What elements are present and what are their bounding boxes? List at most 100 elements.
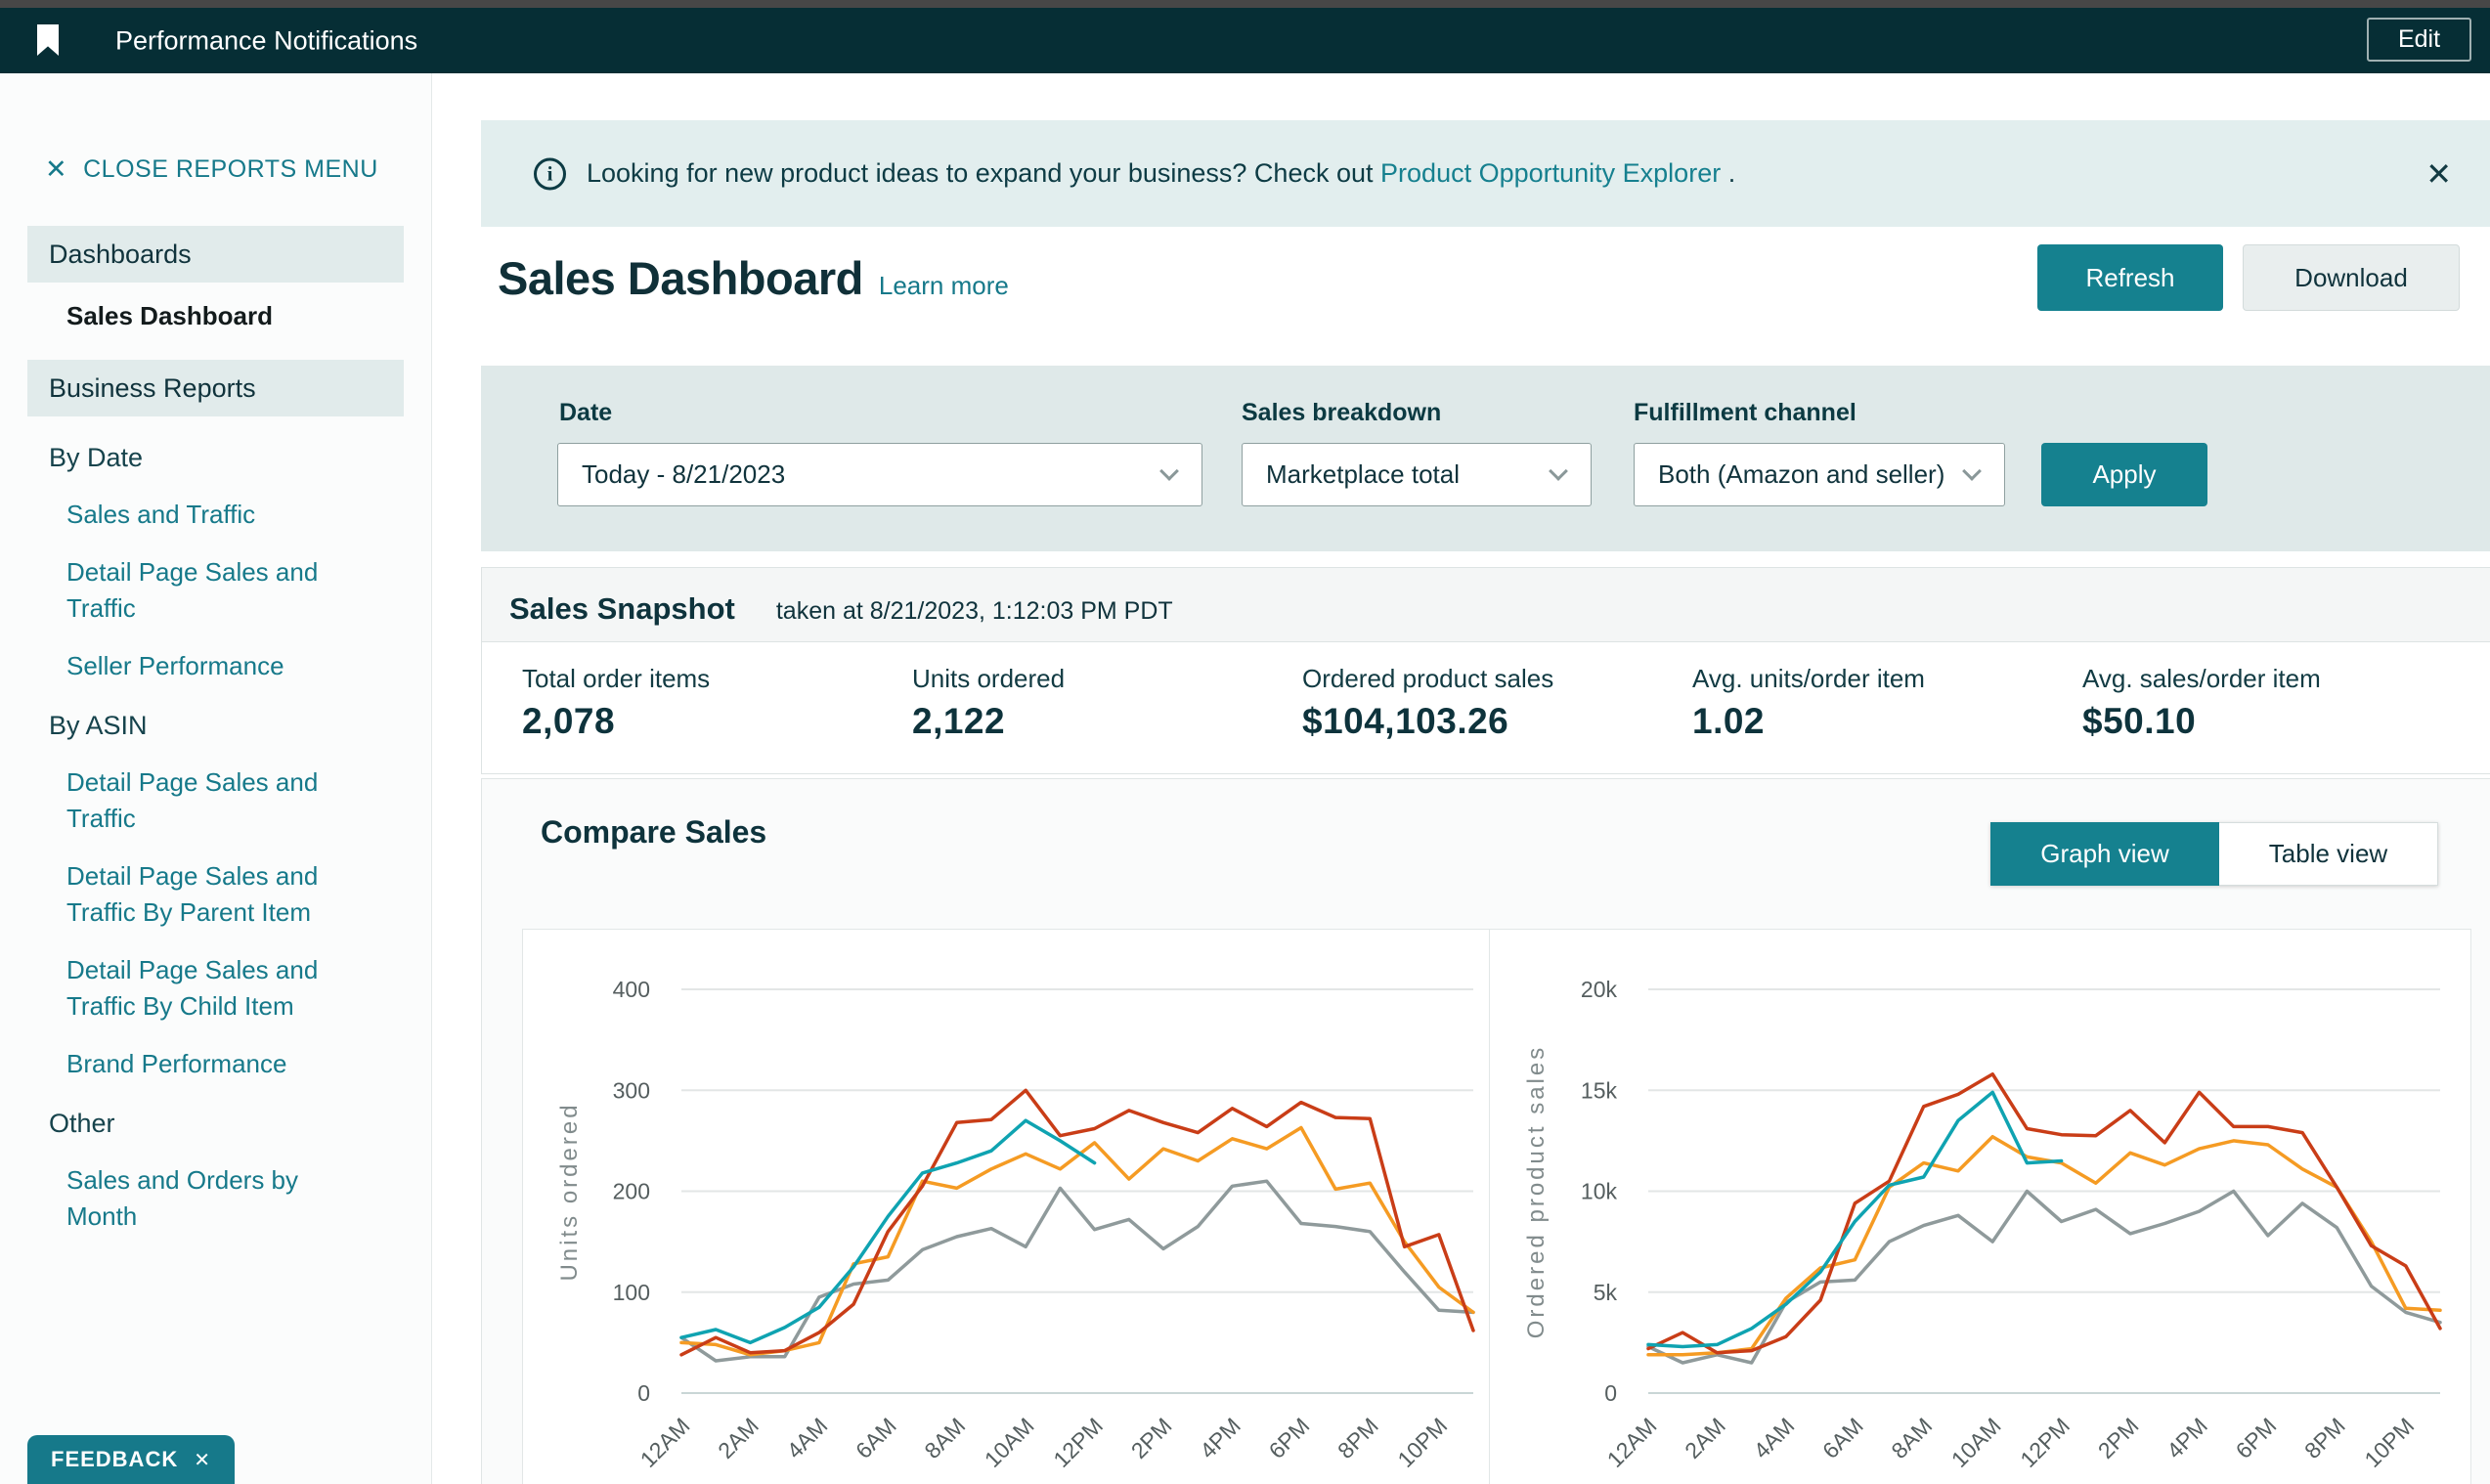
ordered-product-sales-chart: 05k10k15k20k12AM2AM4AM6AM8AM10AM12PM2PM4… <box>1489 930 2470 1484</box>
banner-message: Looking for new product ideas to expand … <box>587 158 1374 188</box>
compare-sales-title: Compare Sales <box>541 814 766 851</box>
metric-ordered-product-sales: Ordered product sales $104,103.26 <box>1302 664 1692 742</box>
svg-text:6PM: 6PM <box>1264 1413 1315 1463</box>
fulfillment-channel-value: Both (Amazon and seller) <box>1658 459 1944 490</box>
window-strip <box>0 0 2490 8</box>
sidebar-section-business-reports[interactable]: Business Reports <box>27 360 404 416</box>
svg-text:6AM: 6AM <box>851 1413 901 1463</box>
feedback-button[interactable]: FEEDBACK ✕ <box>27 1435 235 1484</box>
sales-snapshot-title: Sales Snapshot <box>509 591 735 627</box>
svg-text:Units ordered: Units ordered <box>556 1102 583 1281</box>
svg-text:400: 400 <box>613 977 650 1002</box>
svg-text:6AM: 6AM <box>1817 1413 1868 1463</box>
sales-breakdown-label: Sales breakdown <box>1242 399 1441 427</box>
info-icon: i <box>534 157 566 190</box>
date-select-value: Today - 8/21/2023 <box>582 459 785 490</box>
sales-snapshot-panel: Sales Snapshot taken at 8/21/2023, 1:12:… <box>481 567 2490 774</box>
graph-view-tab[interactable]: Graph view <box>1990 822 2219 886</box>
metric-avg-units-order-item: Avg. units/order item 1.02 <box>1692 664 2082 742</box>
metric-label: Avg. sales/order item <box>2082 664 2472 694</box>
svg-text:10AM: 10AM <box>1946 1413 2006 1472</box>
apply-button[interactable]: Apply <box>2041 443 2207 506</box>
fulfillment-channel-select[interactable]: Both (Amazon and seller) <box>1634 443 2005 506</box>
sidebar-group-by-asin: By ASIN <box>0 708 431 743</box>
svg-text:8PM: 8PM <box>2299 1413 2350 1463</box>
edit-button[interactable]: Edit <box>2367 18 2471 62</box>
sidebar-section-dashboards[interactable]: Dashboards <box>27 226 404 283</box>
svg-text:10AM: 10AM <box>980 1413 1039 1472</box>
product-opportunity-explorer-link[interactable]: Product Opportunity Explorer <box>1380 158 1721 188</box>
close-reports-menu-label: CLOSE REPORTS MENU <box>83 155 378 184</box>
svg-text:6PM: 6PM <box>2231 1413 2282 1463</box>
svg-text:100: 100 <box>613 1280 650 1305</box>
chevron-down-icon <box>1549 461 1568 481</box>
svg-text:8AM: 8AM <box>1886 1413 1937 1463</box>
fulfillment-channel-label: Fulfillment channel <box>1634 399 1857 427</box>
date-filter-label: Date <box>559 399 612 427</box>
metric-avg-sales-order-item: Avg. sales/order item $50.10 <box>2082 664 2472 742</box>
metric-label: Avg. units/order item <box>1692 664 2082 694</box>
metric-value: 2,078 <box>522 701 912 742</box>
sales-breakdown-select[interactable]: Marketplace total <box>1242 443 1592 506</box>
feedback-close-icon[interactable]: ✕ <box>194 1448 211 1472</box>
metric-units-ordered: Units ordered 2,122 <box>912 664 1302 742</box>
svg-text:20k: 20k <box>1581 977 1618 1002</box>
metric-label: Ordered product sales <box>1302 664 1692 694</box>
page-title: Sales Dashboard <box>498 251 863 305</box>
sidebar-group-other: Other <box>0 1106 431 1141</box>
svg-text:15k: 15k <box>1581 1077 1618 1103</box>
download-button[interactable]: Download <box>2243 244 2460 311</box>
chevron-down-icon <box>1962 461 1982 481</box>
svg-text:200: 200 <box>613 1179 650 1204</box>
svg-text:10PM: 10PM <box>1392 1413 1452 1472</box>
svg-text:8PM: 8PM <box>1332 1413 1383 1463</box>
top-bar: Performance Notifications Edit <box>0 8 2490 73</box>
metric-value: 1.02 <box>1692 701 2082 742</box>
units-ordered-chart-svg: 010020030040012AM2AM4AM6AM8AM10AM12PM2PM… <box>523 930 1486 1484</box>
learn-more-link[interactable]: Learn more <box>879 271 1009 301</box>
svg-text:10PM: 10PM <box>2359 1413 2419 1472</box>
bookmark-icon[interactable] <box>37 24 59 56</box>
svg-text:4AM: 4AM <box>782 1413 833 1463</box>
sidebar-item-brand-performance[interactable]: Brand Performance <box>0 1046 371 1082</box>
sidebar-item-detail-page-sales-traffic-by-date[interactable]: Detail Page Sales and Traffic <box>0 554 371 627</box>
sidebar-item-detail-page-sales-traffic-child[interactable]: Detail Page Sales and Traffic By Child I… <box>0 952 371 1025</box>
svg-text:Ordered product sales: Ordered product sales <box>1523 1045 1550 1338</box>
svg-text:12AM: 12AM <box>1602 1413 1662 1472</box>
snapshot-timestamp: taken at 8/21/2023, 1:12:03 PM PDT <box>776 597 1173 626</box>
ordered-product-sales-chart-svg: 05k10k15k20k12AM2AM4AM6AM8AM10AM12PM2PM4… <box>1490 930 2469 1484</box>
banner-suffix: . <box>1728 158 1736 188</box>
main-content: i Looking for new product ideas to expan… <box>433 73 2490 1484</box>
feedback-label: FEEDBACK <box>51 1447 178 1472</box>
table-view-tab[interactable]: Table view <box>2219 822 2438 886</box>
svg-text:4AM: 4AM <box>1749 1413 1800 1463</box>
info-banner: i Looking for new product ideas to expan… <box>481 120 2490 227</box>
sidebar-item-sales-orders-by-month[interactable]: Sales and Orders by Month <box>0 1162 371 1235</box>
top-bar-title: Performance Notifications <box>115 25 417 56</box>
sidebar-item-sales-and-traffic[interactable]: Sales and Traffic <box>0 497 371 533</box>
sidebar-item-seller-performance[interactable]: Seller Performance <box>0 648 371 684</box>
svg-text:2PM: 2PM <box>2093 1413 2144 1463</box>
svg-text:2PM: 2PM <box>1126 1413 1177 1463</box>
banner-close-icon[interactable]: ✕ <box>2425 155 2452 193</box>
close-reports-menu-button[interactable]: ✕ CLOSE REPORTS MENU <box>45 155 378 184</box>
refresh-button[interactable]: Refresh <box>2037 244 2223 311</box>
date-select[interactable]: Today - 8/21/2023 <box>557 443 1202 506</box>
metric-total-order-items: Total order items 2,078 <box>522 664 912 742</box>
svg-text:5k: 5k <box>1594 1280 1618 1305</box>
units-ordered-chart: 010020030040012AM2AM4AM6AM8AM10AM12PM2PM… <box>523 930 1489 1484</box>
svg-text:12PM: 12PM <box>2015 1413 2075 1472</box>
sidebar-item-sales-dashboard[interactable]: Sales Dashboard <box>0 298 431 334</box>
svg-text:0: 0 <box>1604 1380 1617 1406</box>
svg-text:300: 300 <box>613 1077 650 1103</box>
sidebar-item-detail-page-sales-traffic-parent[interactable]: Detail Page Sales and Traffic By Parent … <box>0 858 371 931</box>
filter-panel: Date Today - 8/21/2023 Sales breakdown M… <box>481 366 2490 551</box>
metric-value: $104,103.26 <box>1302 701 1692 742</box>
sales-snapshot-header: Sales Snapshot taken at 8/21/2023, 1:12:… <box>482 568 2490 642</box>
sidebar-list: Dashboards Sales Dashboard Business Repo… <box>0 226 431 1235</box>
metric-value: 2,122 <box>912 701 1302 742</box>
svg-text:12PM: 12PM <box>1048 1413 1108 1472</box>
banner-text: Looking for new product ideas to expand … <box>587 158 1735 189</box>
svg-text:2AM: 2AM <box>1680 1413 1730 1463</box>
sidebar-item-detail-page-sales-traffic-by-asin[interactable]: Detail Page Sales and Traffic <box>0 764 371 837</box>
